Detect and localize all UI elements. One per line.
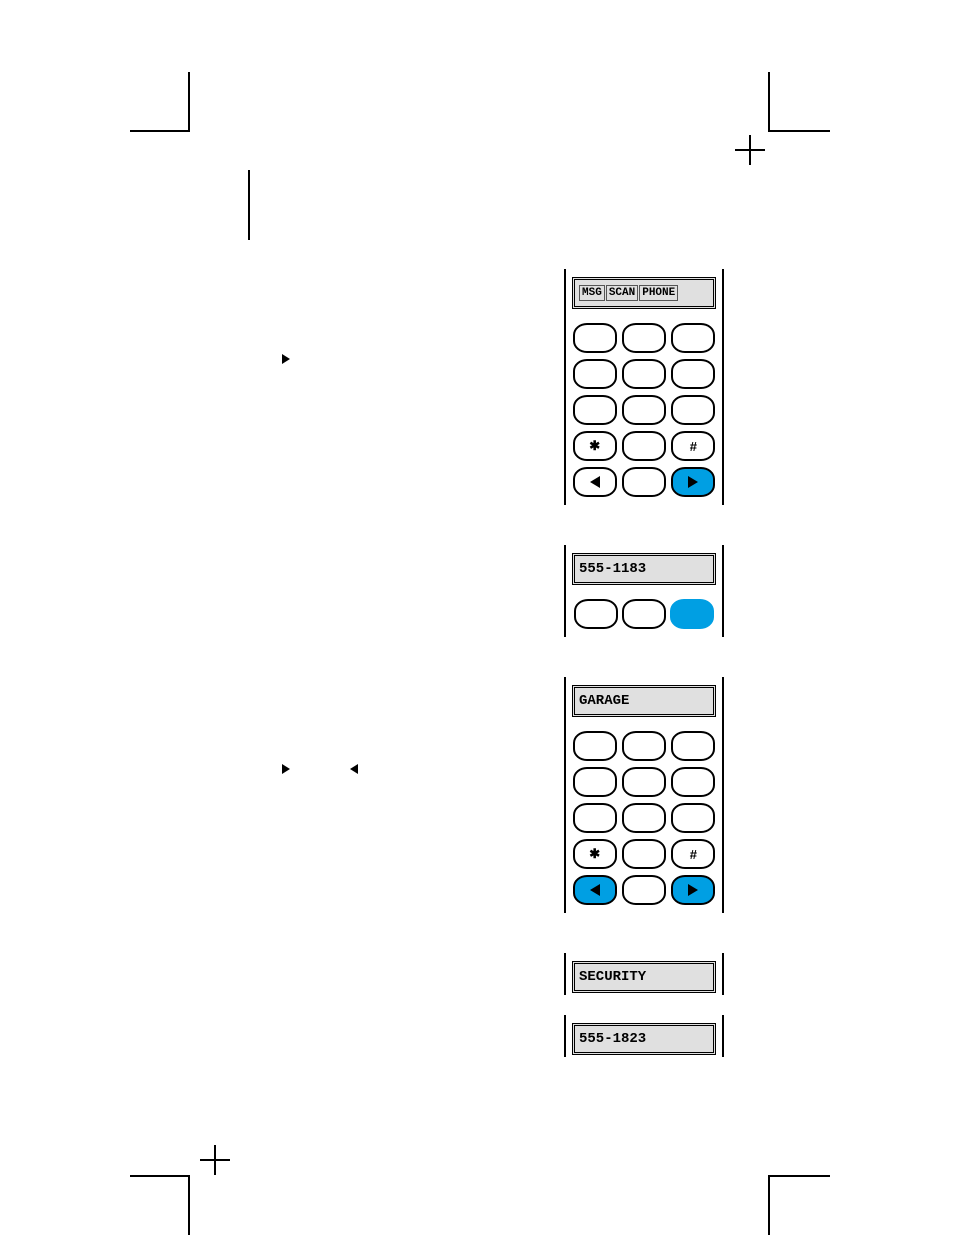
- registration-mark: [735, 135, 765, 165]
- key-3[interactable]: [671, 323, 715, 353]
- arrow-left-icon: [590, 476, 600, 488]
- lcd-text: GARAGE: [579, 693, 629, 709]
- crop-mark: [770, 1175, 830, 1177]
- lcd-display: MSG SCAN PHONE: [572, 277, 716, 309]
- key-7[interactable]: [573, 395, 617, 425]
- key-9[interactable]: [671, 395, 715, 425]
- crop-mark: [768, 1175, 770, 1235]
- number-panel-2: 555-1823: [564, 1015, 724, 1057]
- keypad: ✱ #: [572, 323, 716, 497]
- key-left[interactable]: [573, 467, 617, 497]
- keypad: ✱ #: [572, 731, 716, 905]
- star-icon: ✱: [589, 846, 600, 862]
- key-6[interactable]: [671, 767, 715, 797]
- menu-panel: MSG SCAN PHONE ✱ #: [564, 269, 724, 505]
- lcd-text: 555-1183: [579, 561, 646, 577]
- key-3[interactable]: [671, 731, 715, 761]
- key-2[interactable]: [622, 599, 666, 629]
- star-icon: ✱: [589, 438, 600, 454]
- key-center[interactable]: [622, 467, 666, 497]
- lcd-display: 555-1183: [572, 553, 716, 585]
- hash-icon: #: [690, 847, 697, 862]
- hash-icon: #: [690, 439, 697, 454]
- key-1[interactable]: [573, 323, 617, 353]
- arrow-right-icon: [688, 884, 698, 896]
- keypad-column: MSG SCAN PHONE ✱ # 555-1183: [564, 269, 724, 1097]
- crop-mark: [188, 72, 190, 132]
- key-7[interactable]: [573, 803, 617, 833]
- key-4[interactable]: [573, 767, 617, 797]
- key-6[interactable]: [671, 359, 715, 389]
- key-row: [572, 599, 716, 629]
- key-9[interactable]: [671, 803, 715, 833]
- garage-panel: GARAGE ✱ #: [564, 677, 724, 913]
- arrow-right-icon: [688, 476, 698, 488]
- key-8[interactable]: [622, 803, 666, 833]
- key-right[interactable]: [671, 467, 715, 497]
- arrow-right-icon: [282, 354, 290, 364]
- arrow-left-icon: [590, 884, 600, 896]
- arrow-left-icon: [350, 764, 358, 774]
- key-2[interactable]: [622, 323, 666, 353]
- tick-mark: [248, 170, 250, 240]
- key-star[interactable]: ✱: [573, 431, 617, 461]
- key-right[interactable]: [671, 875, 715, 905]
- lcd-display: SECURITY: [572, 961, 716, 993]
- key-5[interactable]: [622, 767, 666, 797]
- key-1[interactable]: [573, 731, 617, 761]
- arrow-right-icon: [282, 764, 290, 774]
- key-star[interactable]: ✱: [573, 839, 617, 869]
- security-panel: SECURITY: [564, 953, 724, 995]
- key-5[interactable]: [622, 359, 666, 389]
- lcd-text: SECURITY: [579, 969, 646, 985]
- lcd-text: 555-1823: [579, 1031, 646, 1047]
- key-1[interactable]: [574, 599, 618, 629]
- key-8[interactable]: [622, 395, 666, 425]
- crop-mark: [770, 130, 830, 132]
- key-0[interactable]: [622, 839, 666, 869]
- registration-mark: [200, 1145, 230, 1175]
- key-left[interactable]: [573, 875, 617, 905]
- lcd-display: GARAGE: [572, 685, 716, 717]
- lcd-display: 555-1823: [572, 1023, 716, 1055]
- lcd-item: PHONE: [639, 285, 678, 301]
- lcd-item: MSG: [579, 285, 605, 301]
- lcd-item: SCAN: [606, 285, 638, 301]
- key-3[interactable]: [670, 599, 714, 629]
- key-hash[interactable]: #: [671, 431, 715, 461]
- crop-mark: [768, 72, 770, 132]
- key-4[interactable]: [573, 359, 617, 389]
- key-center[interactable]: [622, 875, 666, 905]
- key-hash[interactable]: #: [671, 839, 715, 869]
- number-panel-1: 555-1183: [564, 545, 724, 637]
- crop-mark: [130, 1175, 190, 1177]
- crop-mark: [188, 1175, 190, 1235]
- key-2[interactable]: [622, 731, 666, 761]
- crop-mark: [130, 130, 190, 132]
- key-0[interactable]: [622, 431, 666, 461]
